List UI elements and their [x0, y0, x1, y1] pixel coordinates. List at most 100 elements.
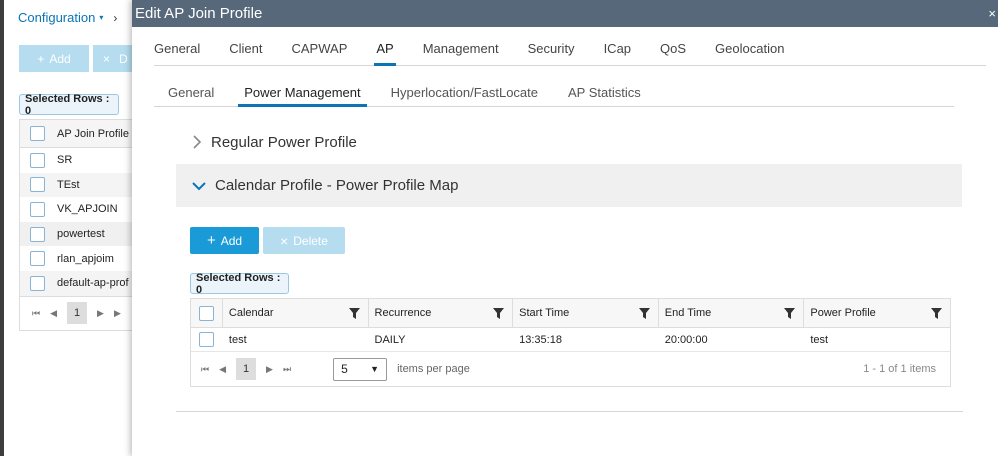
- chevron-right-icon: ›: [113, 10, 118, 25]
- subtab-hyperlocation-fastlocate[interactable]: Hyperlocation/FastLocate: [377, 78, 538, 106]
- items-count: 1 - 1 of 1 items: [863, 363, 936, 375]
- row-checkbox[interactable]: [30, 201, 45, 217]
- chevron-right-icon: [193, 135, 202, 149]
- selected-rows: Selected Rows : 0: [190, 272, 289, 296]
- last-page-icon[interactable]: ▶: [114, 308, 121, 319]
- page-size-value: 5: [341, 362, 348, 376]
- cell-recurrence: DAILY: [374, 333, 406, 346]
- table-pager: ⏮ ◀ 1 ▶ ⏭ 5 ▼ items per page 1 - 1 of 1 …: [191, 352, 950, 386]
- main-tabs: General Client CAPWAP AP Management Secu…: [154, 35, 986, 66]
- tab-qos[interactable]: QoS: [660, 35, 686, 65]
- next-page-icon[interactable]: ▶: [266, 364, 273, 375]
- row-label[interactable]: powertest: [57, 228, 105, 240]
- current-page[interactable]: 1: [236, 358, 257, 380]
- first-page-icon[interactable]: ⏮: [32, 308, 40, 319]
- row-checkbox[interactable]: [199, 332, 215, 347]
- filter-icon[interactable]: [493, 308, 505, 319]
- items-per-page-label: items per page: [397, 363, 470, 375]
- prev-page-icon[interactable]: ◀: [219, 364, 226, 375]
- table-row[interactable]: TEst: [20, 172, 138, 198]
- table-header: Calendar Recurrence Start Time End Time …: [191, 299, 950, 328]
- accordion-title: Calendar Profile - Power Profile Map: [215, 177, 459, 194]
- modal-header: Edit AP Join Profile ×: [132, 0, 998, 27]
- current-page[interactable]: 1: [67, 302, 88, 325]
- tab-client[interactable]: Client: [229, 35, 262, 65]
- accordion-title: Regular Power Profile: [211, 133, 357, 151]
- tab-geolocation[interactable]: Geolocation: [715, 35, 784, 65]
- column-header-recurrence[interactable]: Recurrence: [369, 299, 514, 327]
- background-table: AP Join Profile SR TEst VK_APJOIN powert…: [19, 119, 138, 331]
- cell-start-time: 13:35:18: [519, 333, 562, 346]
- row-label[interactable]: TEst: [57, 179, 80, 191]
- background-add-button[interactable]: + Add: [19, 45, 89, 72]
- chevron-down-icon: [192, 181, 206, 190]
- close-icon: ×: [103, 51, 111, 66]
- filter-icon[interactable]: [348, 308, 360, 319]
- column-label: Calendar: [228, 307, 274, 319]
- column-label: Recurrence: [374, 307, 432, 319]
- background-delete-label: D: [119, 51, 128, 66]
- row-checkbox[interactable]: [30, 275, 45, 291]
- background-selected-rows: Selected Rows : 0: [19, 93, 119, 117]
- select-all-checkbox[interactable]: [198, 305, 214, 321]
- column-label: Start Time: [519, 307, 570, 319]
- row-label[interactable]: default-ap-prof: [57, 277, 129, 289]
- page-size-select[interactable]: 5 ▼: [333, 357, 388, 381]
- breadcrumb[interactable]: Configuration ▾ ›: [18, 10, 117, 25]
- table-row[interactable]: SR: [20, 148, 138, 173]
- close-icon[interactable]: ×: [988, 6, 998, 21]
- divider: [176, 411, 963, 412]
- caret-down-icon: ▼: [370, 364, 380, 374]
- row-label[interactable]: VK_APJOIN: [57, 203, 118, 215]
- delete-button[interactable]: × Delete: [263, 227, 345, 254]
- filter-icon[interactable]: [638, 308, 650, 319]
- table-row[interactable]: VK_APJOIN: [20, 197, 138, 222]
- cell-end-time: 20:00:00: [664, 333, 708, 346]
- table-row[interactable]: powertest: [20, 221, 138, 247]
- table-row[interactable]: default-ap-prof: [20, 270, 138, 296]
- column-label: Power Profile: [810, 307, 876, 319]
- table-row[interactable]: rlan_apjoim: [20, 246, 138, 271]
- last-page-icon[interactable]: ⏭: [283, 364, 291, 375]
- column-header-ap-join-profile[interactable]: AP Join Profile: [57, 128, 129, 140]
- filter-icon[interactable]: [930, 308, 942, 319]
- tab-ap[interactable]: AP: [374, 35, 397, 66]
- column-header-end-time[interactable]: End Time: [659, 299, 805, 327]
- row-label[interactable]: rlan_apjoim: [57, 253, 114, 265]
- first-page-icon[interactable]: ⏮: [201, 364, 209, 375]
- calendar-profile-table: Calendar Recurrence Start Time End Time …: [190, 298, 951, 387]
- column-label: End Time: [664, 307, 712, 319]
- row-checkbox[interactable]: [30, 226, 45, 242]
- plus-icon: +: [206, 232, 216, 249]
- subtab-general[interactable]: General: [154, 78, 214, 106]
- select-all-cell: [191, 299, 223, 327]
- filter-icon[interactable]: [784, 308, 796, 319]
- accordion-calendar-profile[interactable]: Calendar Profile - Power Profile Map: [176, 164, 962, 207]
- next-page-icon[interactable]: ▶: [97, 308, 104, 319]
- row-checkbox[interactable]: [30, 177, 45, 193]
- cell-calendar[interactable]: test: [223, 328, 369, 351]
- background-table-header: AP Join Profile: [20, 120, 138, 148]
- subtab-ap-statistics[interactable]: AP Statistics: [554, 78, 641, 106]
- table-row[interactable]: test DAILY 13:35:18 20:00:00 test: [191, 328, 950, 352]
- tab-security[interactable]: Security: [528, 35, 575, 65]
- add-button[interactable]: + Add: [190, 227, 259, 254]
- row-checkbox[interactable]: [30, 251, 45, 267]
- row-checkbox[interactable]: [30, 152, 45, 168]
- tab-general[interactable]: General: [154, 35, 200, 65]
- prev-page-icon[interactable]: ◀: [50, 308, 57, 319]
- column-header-calendar[interactable]: Calendar: [223, 299, 369, 327]
- breadcrumb-configuration[interactable]: Configuration: [18, 10, 95, 25]
- row-checkbox-cell: [191, 328, 223, 351]
- row-label[interactable]: SR: [57, 154, 72, 166]
- column-header-power-profile[interactable]: Power Profile: [804, 299, 950, 327]
- accordion-regular-power-profile[interactable]: Regular Power Profile: [176, 120, 962, 164]
- background-pager: ⏮ ◀ 1 ▶ ▶: [20, 295, 138, 330]
- subtab-power-management[interactable]: Power Management: [230, 78, 367, 107]
- tab-icap[interactable]: ICap: [604, 35, 631, 65]
- modal-title: Edit AP Join Profile: [135, 5, 263, 22]
- tab-capwap[interactable]: CAPWAP: [292, 35, 348, 65]
- tab-management[interactable]: Management: [423, 35, 499, 65]
- select-all-checkbox[interactable]: [30, 126, 45, 141]
- column-header-start-time[interactable]: Start Time: [513, 299, 659, 327]
